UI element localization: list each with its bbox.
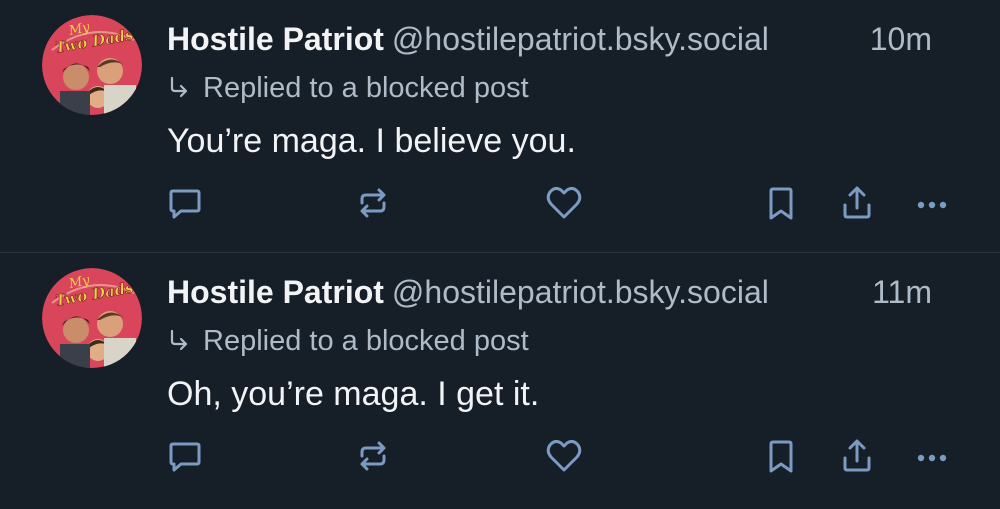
share-button[interactable] (834, 433, 880, 479)
share-icon (843, 186, 871, 219)
post-feed: My Two Dads Hostile Patriot @hostilepatri… (0, 0, 1000, 509)
post-text: Oh, you’re maga. I get it. (167, 375, 540, 413)
post-header: Hostile Patriot @hostilepatriot.bsky.soci… (167, 20, 967, 58)
avatar[interactable]: My Two Dads (42, 268, 142, 368)
reply-icon (169, 189, 201, 219)
post-timestamp[interactable]: 11m (872, 273, 932, 311)
more-options-icon (917, 201, 947, 209)
reply-icon (169, 442, 201, 472)
repost-icon (360, 441, 386, 471)
post-item[interactable]: My Two Dads Hostile Patriot @hostilepatri… (0, 253, 1000, 505)
share-icon (843, 439, 871, 472)
reply-button[interactable] (162, 180, 208, 226)
bookmark-button[interactable] (758, 180, 804, 226)
bookmark-button[interactable] (758, 433, 804, 479)
bookmark-icon (769, 187, 793, 220)
more-options-icon (917, 454, 947, 462)
like-heart-icon (546, 186, 582, 219)
post-header: Hostile Patriot @hostilepatriot.bsky.soci… (167, 273, 967, 311)
more-options-button[interactable] (909, 180, 955, 226)
author-handle[interactable]: @hostilepatriot.bsky.social (392, 274, 769, 310)
repost-button[interactable] (350, 433, 396, 479)
reply-context[interactable]: Replied to a blocked post (167, 70, 529, 106)
avatar-image: My Two Dads (42, 268, 142, 368)
post-timestamp[interactable]: 10m (870, 20, 932, 58)
reply-arrow-icon (167, 325, 191, 351)
reply-button[interactable] (162, 433, 208, 479)
reply-context[interactable]: Replied to a blocked post (167, 323, 529, 359)
bookmark-icon (769, 440, 793, 473)
post-actions (0, 180, 1000, 226)
author-display-name[interactable]: Hostile Patriot (167, 274, 384, 310)
repost-button[interactable] (350, 180, 396, 226)
reply-arrow-icon (167, 72, 191, 98)
like-heart-icon (546, 439, 582, 472)
reply-context-label: Replied to a blocked post (203, 325, 529, 357)
author-handle[interactable]: @hostilepatriot.bsky.social (392, 21, 769, 57)
share-button[interactable] (834, 180, 880, 226)
more-options-button[interactable] (909, 433, 955, 479)
like-button[interactable] (541, 180, 587, 226)
post-actions (0, 433, 1000, 479)
avatar-image: My Two Dads (42, 15, 142, 115)
avatar[interactable]: My Two Dads (42, 15, 142, 115)
repost-icon (360, 188, 386, 218)
post-item[interactable]: My Two Dads Hostile Patriot @hostilepatri… (0, 0, 1000, 252)
like-button[interactable] (541, 433, 587, 479)
post-text: You’re maga. I believe you. (167, 122, 576, 160)
author-display-name[interactable]: Hostile Patriot (167, 21, 384, 57)
reply-context-label: Replied to a blocked post (203, 72, 529, 104)
